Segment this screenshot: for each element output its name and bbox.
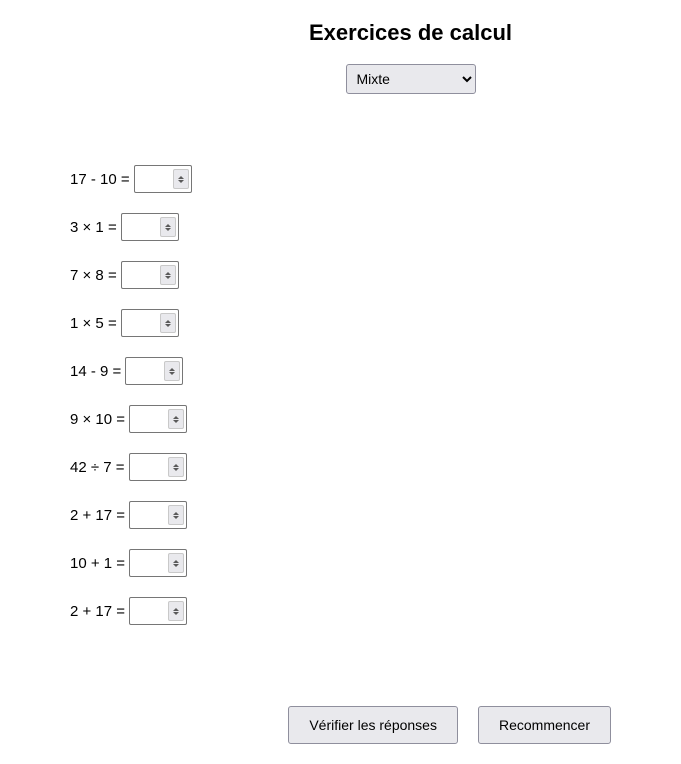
exercise-row: 3 × 1 =: [70, 212, 611, 242]
exercise-row: 9 × 10 =: [70, 404, 611, 434]
expression-label: 9 × 10 =: [70, 411, 129, 428]
expression-label: 7 × 8 =: [70, 267, 121, 284]
verify-button[interactable]: Vérifier les réponses: [288, 706, 458, 744]
stepper-icon[interactable]: [160, 217, 176, 237]
stepper-icon[interactable]: [173, 169, 189, 189]
expression-label: 10 + 1 =: [70, 555, 129, 572]
expression-label: 1 × 5 =: [70, 315, 121, 332]
exercise-row: 14 - 9 =: [70, 356, 611, 386]
button-row: Vérifier les réponses Recommencer: [70, 706, 611, 744]
exercise-row: 1 × 5 =: [70, 308, 611, 338]
stepper-icon[interactable]: [168, 457, 184, 477]
restart-button[interactable]: Recommencer: [478, 706, 611, 744]
exercise-row: 2 + 17 =: [70, 596, 611, 626]
header: Exercices de calcul Mixte: [70, 20, 611, 94]
expression-label: 17 - 10 =: [70, 171, 134, 188]
answer-input[interactable]: [129, 453, 187, 481]
answer-input[interactable]: [129, 501, 187, 529]
answer-input[interactable]: [121, 309, 179, 337]
expression-label: 3 × 1 =: [70, 219, 121, 236]
expression-label: 42 ÷ 7 =: [70, 459, 129, 476]
answer-input[interactable]: [121, 261, 179, 289]
stepper-icon[interactable]: [160, 265, 176, 285]
exercises-list: 17 - 10 = 3 × 1 = 7 × 8 = 1 × 5 = 14 - 9: [70, 164, 611, 626]
exercise-row: 17 - 10 =: [70, 164, 611, 194]
expression-label: 2 + 17 =: [70, 603, 129, 620]
answer-input[interactable]: [129, 549, 187, 577]
stepper-icon[interactable]: [168, 553, 184, 573]
answer-input[interactable]: [121, 213, 179, 241]
answer-input[interactable]: [129, 405, 187, 433]
answer-input[interactable]: [129, 597, 187, 625]
expression-label: 14 - 9 =: [70, 363, 125, 380]
stepper-icon[interactable]: [168, 409, 184, 429]
exercise-row: 42 ÷ 7 =: [70, 452, 611, 482]
exercise-row: 10 + 1 =: [70, 548, 611, 578]
mode-select[interactable]: Mixte: [346, 64, 476, 94]
stepper-icon[interactable]: [160, 313, 176, 333]
answer-input[interactable]: [125, 357, 183, 385]
page-title: Exercices de calcul: [70, 20, 611, 46]
answer-input[interactable]: [134, 165, 192, 193]
stepper-icon[interactable]: [164, 361, 180, 381]
stepper-icon[interactable]: [168, 505, 184, 525]
stepper-icon[interactable]: [168, 601, 184, 621]
exercise-row: 2 + 17 =: [70, 500, 611, 530]
exercise-row: 7 × 8 =: [70, 260, 611, 290]
expression-label: 2 + 17 =: [70, 507, 129, 524]
